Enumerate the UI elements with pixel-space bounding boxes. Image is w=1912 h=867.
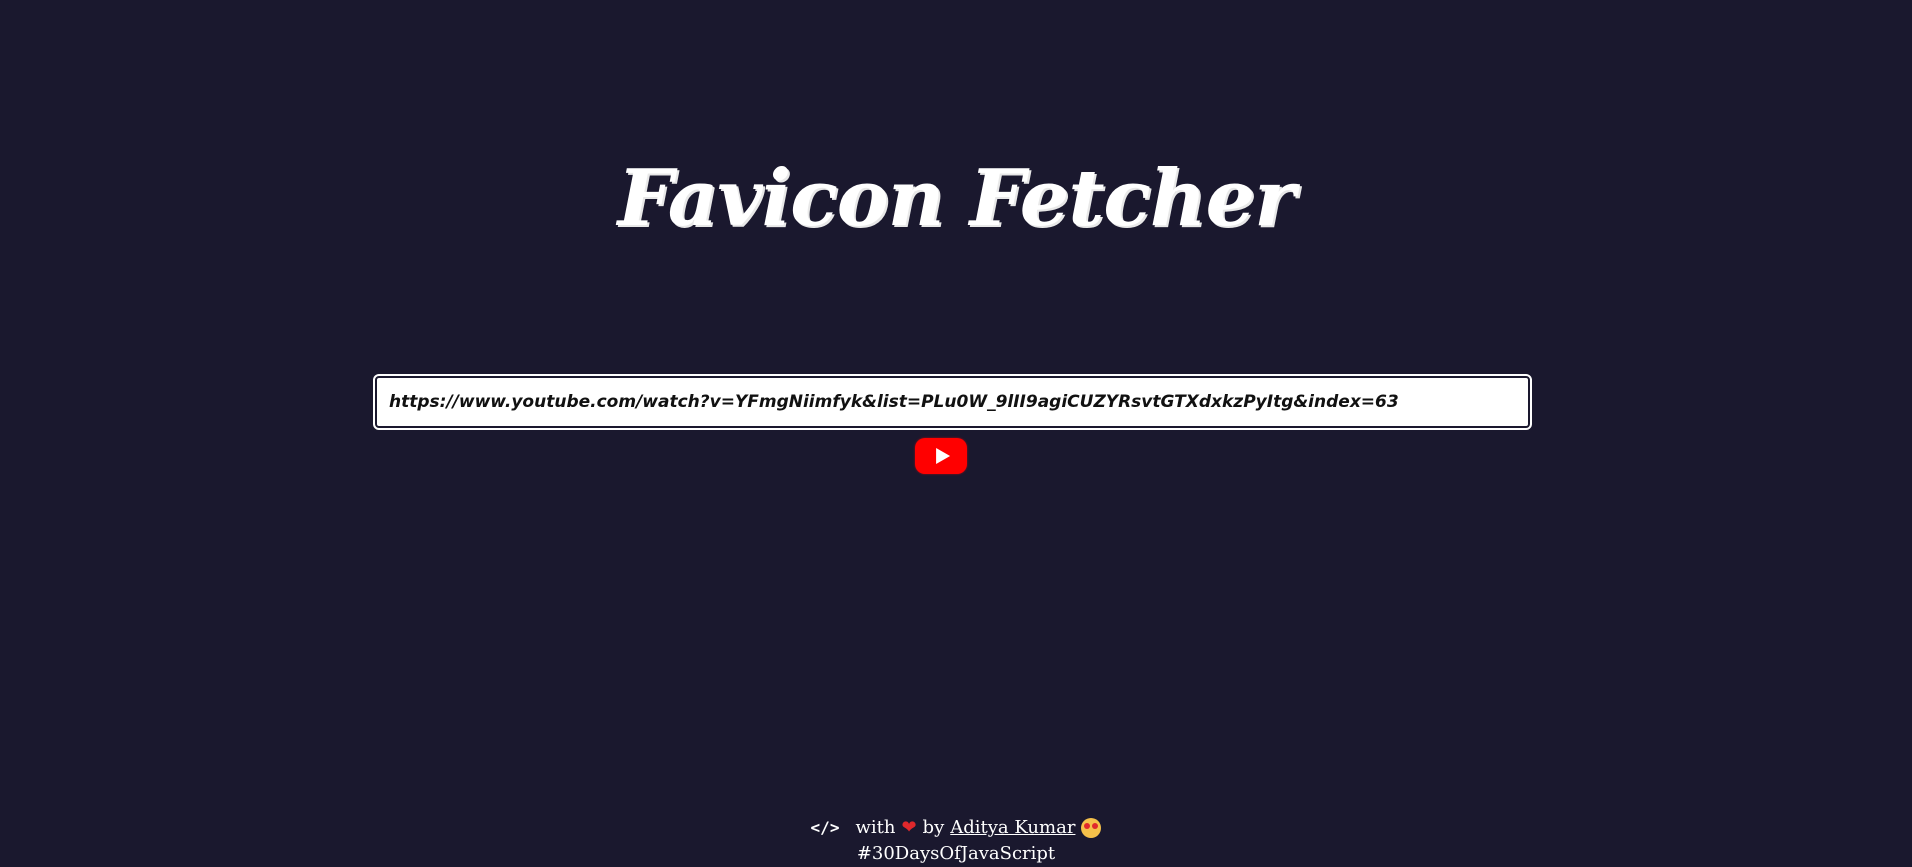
footer-hashtag: #30DaysOfJavaScript [856, 843, 1056, 864]
heart-icon: ❤ [901, 817, 917, 838]
footer: </> with ❤ by Aditya Kumar #30DaysOfJava… [0, 815, 1912, 867]
favicon-result[interactable] [914, 437, 968, 475]
footer-credit: </> with ❤ by Aditya Kumar [0, 815, 1912, 841]
page: Favicon Fetcher </> with ❤ by Aditya Kum… [0, 0, 1912, 867]
url-input[interactable] [389, 392, 1516, 412]
footer-by-text: by [922, 817, 945, 838]
author-link[interactable]: Aditya Kumar [950, 815, 1075, 841]
code-icon: </> [810, 818, 840, 837]
url-field[interactable] [373, 374, 1532, 430]
youtube-logo-icon[interactable] [915, 438, 967, 474]
footer-with-text: with [855, 817, 896, 838]
page-title: Favicon Fetcher [617, 153, 1296, 245]
play-triangle-icon [936, 448, 951, 464]
star-struck-emoji-icon [1081, 818, 1102, 838]
